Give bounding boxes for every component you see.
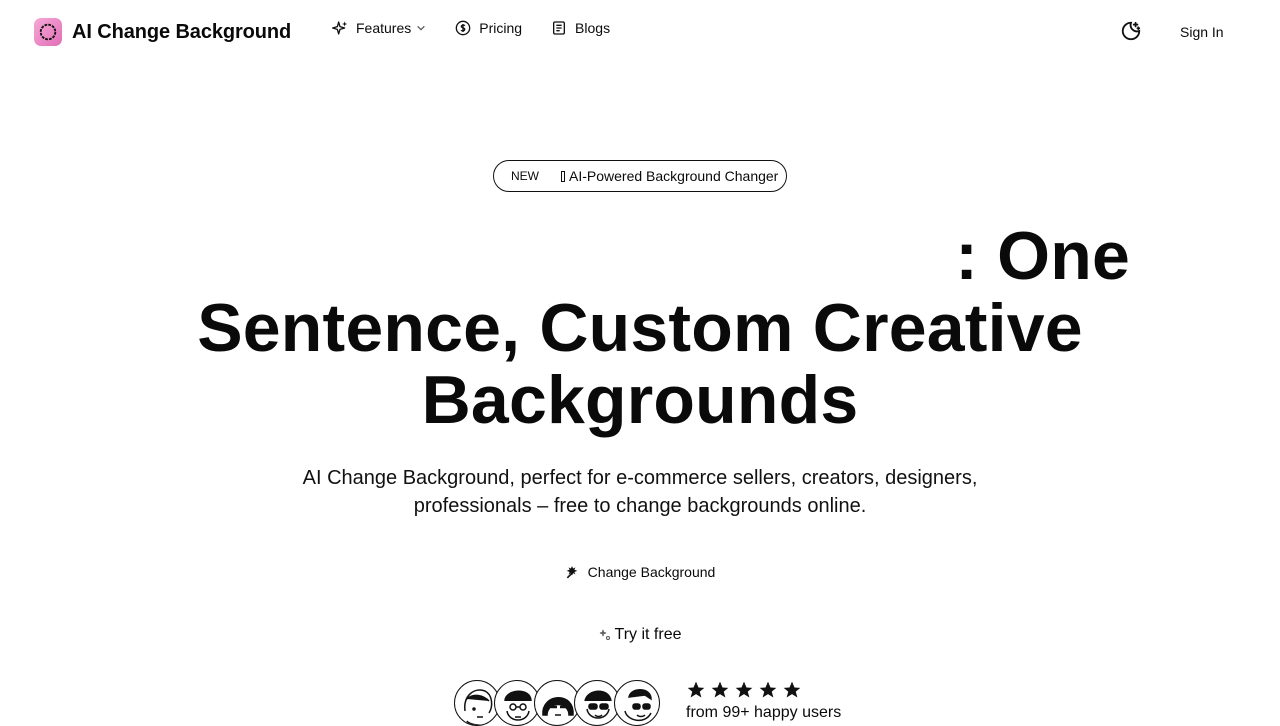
sign-in-button[interactable]: Sign In xyxy=(1166,18,1238,46)
star-icon xyxy=(711,681,729,698)
dollar-circle-icon xyxy=(455,20,471,36)
avatar xyxy=(614,680,660,726)
hero-title-line-1: : One xyxy=(955,218,1130,294)
site-header: AI Change Background Features Pricing Bl… xyxy=(0,0,1280,64)
nav-blogs[interactable]: Blogs xyxy=(551,20,610,36)
nav-pricing[interactable]: Pricing xyxy=(455,20,522,36)
brand-name: AI Change Background xyxy=(72,20,292,43)
sparkle-icon xyxy=(599,629,610,640)
hero-title-line-3: Backgrounds xyxy=(421,362,859,438)
chevron-down-icon xyxy=(417,25,426,31)
rating-block: from 99+ happy users xyxy=(686,680,841,722)
star-icon xyxy=(687,681,705,698)
change-background-button[interactable]: Change Background xyxy=(552,558,728,586)
star-icon xyxy=(735,681,753,698)
hero-title: : One Sentence, Custom Creative Backgrou… xyxy=(140,220,1140,436)
badge-text-wrap: AI-Powered Background Changer xyxy=(561,168,778,184)
hero-subtitle: AI Change Background, perfect for e-comm… xyxy=(302,467,978,517)
moon-stars-icon xyxy=(1121,21,1141,41)
nav-pricing-label: Pricing xyxy=(479,20,523,36)
hero-title-line-2: Sentence, Custom Creative xyxy=(197,290,1083,366)
missing-glyph-icon xyxy=(561,170,565,182)
nav-blogs-label: Blogs xyxy=(575,20,611,36)
try-it-free-button[interactable]: Try it free xyxy=(590,622,690,648)
nav-features[interactable]: Features xyxy=(332,20,426,36)
star-rating xyxy=(686,680,841,700)
sparkles-icon xyxy=(332,21,348,35)
star-icon xyxy=(759,681,777,698)
circle-logo-icon xyxy=(34,18,62,46)
star-icon xyxy=(783,681,801,698)
main-nav: Features Pricing Blogs xyxy=(332,20,639,36)
user-avatars xyxy=(454,680,660,726)
try-it-free-label: Try it free xyxy=(614,626,682,643)
badge-tag: NEW xyxy=(511,169,539,183)
magic-wand-icon xyxy=(566,566,577,579)
change-background-label: Change Background xyxy=(587,564,716,580)
brand[interactable]: AI Change Background xyxy=(34,18,291,46)
announcement-badge[interactable]: NEW AI-Powered Background Changer xyxy=(493,160,787,192)
theme-toggle[interactable] xyxy=(1120,20,1142,42)
nav-features-label: Features xyxy=(356,20,412,36)
document-icon xyxy=(553,21,566,35)
badge-text: AI-Powered Background Changer xyxy=(569,168,779,184)
happy-users-text: from 99+ happy users xyxy=(686,704,842,721)
